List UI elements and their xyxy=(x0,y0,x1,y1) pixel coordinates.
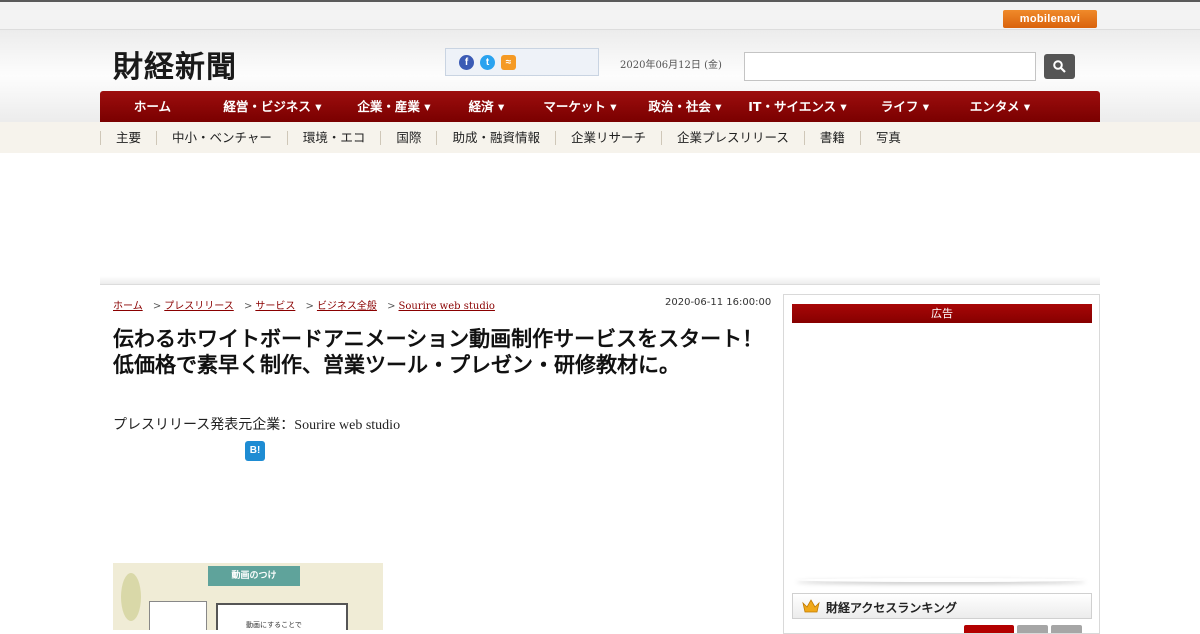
breadcrumb-separator: > xyxy=(305,301,314,312)
twitter-icon[interactable]: t xyxy=(480,55,495,70)
leaf-decoration xyxy=(121,573,141,621)
breadcrumb-link[interactable]: ビジネス全般 xyxy=(317,301,377,312)
sub-nav: 主要 中小・ベンチャー 環境・エコ 国際 助成・融資情報 企業リサーチ 企業プレ… xyxy=(0,122,1200,153)
ad-band-divider xyxy=(100,276,1100,285)
breadcrumb-link[interactable]: プレスリリース xyxy=(164,301,234,312)
subnav-item[interactable]: 中小・ベンチャー xyxy=(156,131,287,145)
ad-shadow xyxy=(796,578,1086,582)
ranking-header: 財経アクセスランキング xyxy=(792,593,1092,619)
top-strip: mobilenavi xyxy=(0,0,1200,30)
press-release-source: プレスリリース発表元企業：Sourire web studio xyxy=(113,418,401,433)
subnav-item[interactable]: 写真 xyxy=(859,131,916,145)
breadcrumb: ホーム > プレスリリース > サービス > ビジネス全般 > Sourire web … xyxy=(113,297,495,312)
subnav-item[interactable]: 国際 xyxy=(380,131,436,145)
mobilenavi-badge[interactable]: mobilenavi xyxy=(1003,10,1097,28)
sidebar: 広告 財経アクセスランキング xyxy=(783,294,1100,634)
article-thumbnail[interactable]: 動画のつけ 動画にすることで xyxy=(113,563,383,630)
search-button[interactable] xyxy=(1044,54,1075,79)
social-links: f t ≈ xyxy=(445,48,599,76)
current-date: 2020年06月12日 (金) xyxy=(620,60,722,71)
nav-item-industry[interactable]: 企業・産業 ▾ xyxy=(340,91,448,122)
hatena-bookmark-button[interactable]: B! xyxy=(245,441,265,461)
article-date: 2020-06-11 16:00:00 xyxy=(665,297,772,308)
ad-label: 広告 xyxy=(792,304,1092,323)
whiteboard-text: 動画にすることで xyxy=(246,621,302,629)
nav-item-economy[interactable]: 経済 ▾ xyxy=(448,91,525,122)
search-icon xyxy=(1053,60,1066,73)
ranking-title: 財経アクセスランキング xyxy=(826,601,958,615)
nav-item-it-science[interactable]: IT・サイエンス ▾ xyxy=(735,91,860,122)
subnav-item[interactable]: 企業プレスリリース xyxy=(660,131,804,145)
breadcrumb-link[interactable]: サービス xyxy=(255,301,295,312)
nav-item-business[interactable]: 経営・ビジネス ▾ xyxy=(205,91,340,122)
crown-icon xyxy=(802,599,820,613)
rss-icon[interactable]: ≈ xyxy=(501,55,516,70)
breadcrumb-separator: > xyxy=(152,301,162,312)
nav-item-home[interactable]: ホーム xyxy=(100,91,205,122)
nav-item-politics[interactable]: 政治・社会 ▾ xyxy=(635,91,735,122)
site-logo[interactable]: 財経新聞 xyxy=(113,42,237,86)
subnav-item[interactable]: 主要 xyxy=(100,131,156,145)
search-input[interactable] xyxy=(744,52,1036,81)
subnav-item[interactable]: 書籍 xyxy=(803,131,860,145)
breadcrumb-separator: > xyxy=(387,301,396,312)
thumbnail-note xyxy=(149,601,207,630)
whiteboard-illustration: 動画にすることで xyxy=(216,603,348,630)
article-title: 伝わるホワイトボードアニメーション動画制作サービスをスタート！低価格で素早く制作… xyxy=(113,327,764,377)
ranking-tab[interactable] xyxy=(1051,625,1082,633)
subnav-item[interactable]: 企業リサーチ xyxy=(554,131,661,145)
nav-item-life[interactable]: ライフ ▾ xyxy=(860,91,950,122)
main-nav: ホーム 経営・ビジネス ▾ 企業・産業 ▾ 経済 ▾ マーケット ▾ 政治・社会… xyxy=(100,91,1100,122)
nav-item-entertainment[interactable]: エンタメ ▾ xyxy=(950,91,1050,122)
ranking-tab[interactable] xyxy=(1017,625,1048,633)
thumbnail-banner: 動画のつけ xyxy=(208,566,300,586)
facebook-icon[interactable]: f xyxy=(459,55,474,70)
breadcrumb-link[interactable]: ホーム xyxy=(113,301,143,312)
breadcrumb-separator: > xyxy=(243,301,253,312)
subnav-item[interactable]: 助成・融資情報 xyxy=(436,131,555,145)
nav-item-market[interactable]: マーケット ▾ xyxy=(525,91,635,122)
subnav-item[interactable]: 環境・エコ xyxy=(286,131,381,145)
ranking-tab[interactable] xyxy=(964,625,1014,633)
breadcrumb-link[interactable]: Sourire web studio xyxy=(399,301,495,312)
